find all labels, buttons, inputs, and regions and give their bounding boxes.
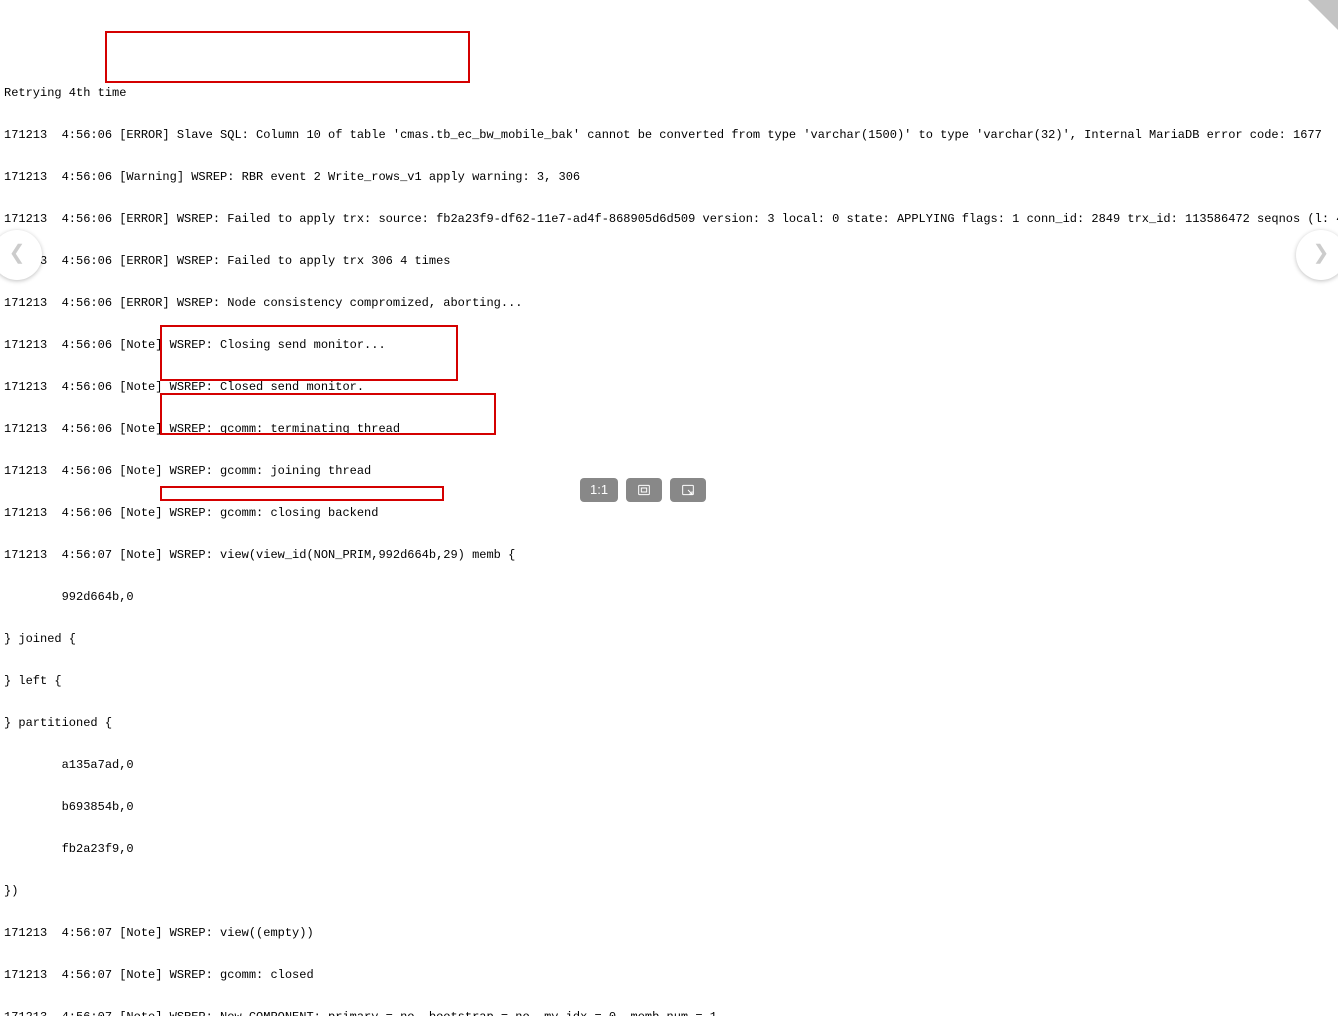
log-line: 171213 4:56:06 [ERROR] WSREP: Node consi… (4, 296, 1334, 310)
zoom-label: 1:1 (590, 483, 608, 497)
log-line: 171213 4:56:07 [Note] WSREP: view((empty… (4, 926, 1334, 940)
fullscreen-icon (636, 482, 652, 498)
log-line: a135a7ad,0 (4, 758, 1334, 772)
log-line: 171213 4:56:06 [Note] WSREP: Closing sen… (4, 338, 1334, 352)
log-line: 171213 4:56:06 [Note] WSREP: gcomm: clos… (4, 506, 1334, 520)
log-line: 171213 4:56:06 [ERROR] WSREP: Failed to … (4, 212, 1334, 226)
log-output: Retrying 4th time 171213 4:56:06 [ERROR]… (0, 56, 1338, 1016)
log-line: b693854b,0 (4, 800, 1334, 814)
log-line: Retrying 4th time (4, 86, 1334, 100)
zoom-reset-button[interactable]: 1:1 (580, 478, 618, 502)
log-line: fb2a23f9,0 (4, 842, 1334, 856)
log-line: 992d664b,0 (4, 590, 1334, 604)
log-line: 171213 4:56:06 [Note] WSREP: Closed send… (4, 380, 1334, 394)
expand-arrow-icon (680, 482, 696, 498)
log-line: 171213 4:56:06 [Note] WSREP: gcomm: join… (4, 464, 1334, 478)
log-line: 171213 4:56:07 [Note] WSREP: view(view_i… (4, 548, 1334, 562)
next-image-button[interactable]: ❯ (1296, 230, 1338, 280)
log-line: 171213 4:56:07 [Note] WSREP: New COMPONE… (4, 1010, 1334, 1016)
log-line: } joined { (4, 632, 1334, 646)
log-line: }) (4, 884, 1334, 898)
log-line: } left { (4, 674, 1334, 688)
log-line: 171213 4:56:06 [ERROR] WSREP: Failed to … (4, 254, 1334, 268)
log-line: 171213 4:56:07 [Note] WSREP: gcomm: clos… (4, 968, 1334, 982)
log-line: 171213 4:56:06 [ERROR] Slave SQL: Column… (4, 128, 1334, 142)
expand-button[interactable] (670, 478, 706, 502)
fullscreen-button[interactable] (626, 478, 662, 502)
log-line: 171213 4:56:06 [Note] WSREP: gcomm: term… (4, 422, 1334, 436)
chevron-right-icon: ❯ (1313, 248, 1330, 262)
log-line: } partitioned { (4, 716, 1334, 730)
page-corner-fold (1308, 0, 1338, 30)
log-line: 171213 4:56:06 [Warning] WSREP: RBR even… (4, 170, 1334, 184)
image-viewer-toolbar: 1:1 (580, 478, 706, 502)
chevron-left-icon: ❮ (9, 248, 26, 262)
